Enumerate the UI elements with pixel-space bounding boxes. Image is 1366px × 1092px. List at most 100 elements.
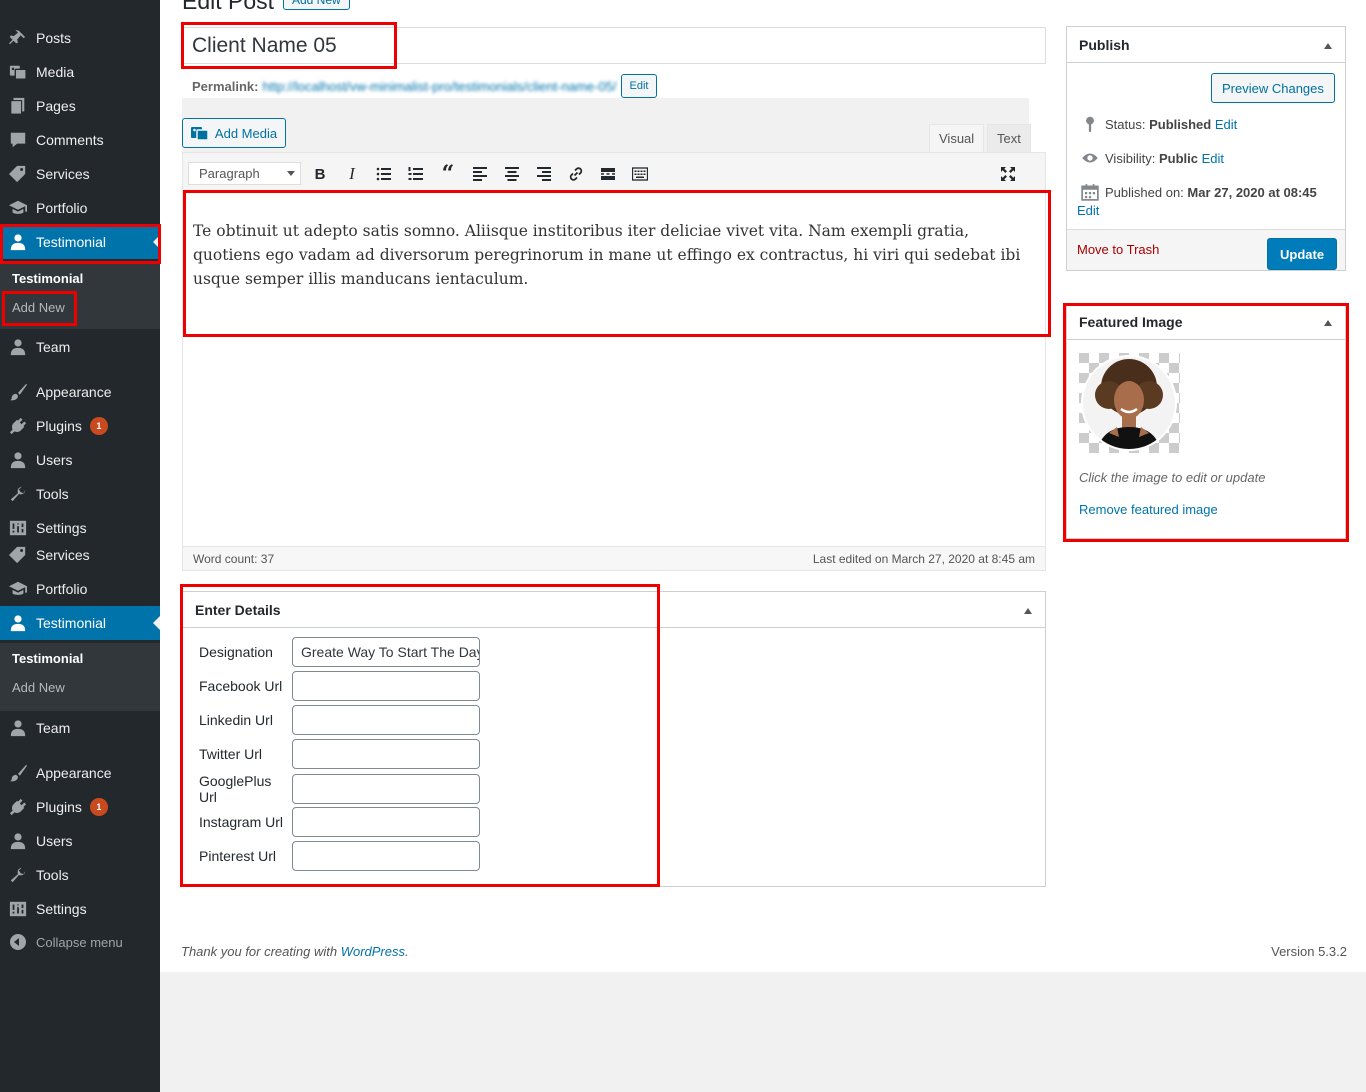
twitter-url-field[interactable]	[292, 739, 480, 769]
format-select[interactable]: Paragraph	[188, 162, 301, 185]
fullscreen-icon[interactable]	[996, 162, 1020, 186]
sidebar-item-posts[interactable]: Posts	[0, 21, 160, 55]
portfolio-icon	[0, 572, 36, 606]
preview-changes-button[interactable]: Preview Changes	[1211, 73, 1335, 103]
plugin-icon	[0, 790, 36, 824]
pin-icon	[0, 21, 36, 55]
submenu-title[interactable]: Testimonial	[12, 271, 83, 286]
update-button[interactable]: Update	[1267, 238, 1338, 270]
enter-details-box: Enter Details Designation Greate Way To S…	[182, 591, 1046, 887]
sidebar-item-services[interactable]: Services	[0, 157, 160, 191]
plugin-icon	[0, 409, 36, 443]
sidebar-item-label: Testimonial	[36, 615, 107, 631]
details-row-pinterest-url: Pinterest Url	[199, 841, 480, 871]
sidebar-item-label: Portfolio	[36, 581, 88, 597]
wordpress-link[interactable]: WordPress	[341, 944, 405, 959]
sidebar-item-label: Services	[36, 547, 90, 563]
collapse-arrow-icon[interactable]	[1024, 608, 1032, 614]
sidebar-item-team[interactable]: Team	[0, 330, 160, 364]
editor-content[interactable]: Te obtinuit ut adepto satis somno. Aliis…	[193, 219, 1033, 291]
italic-icon[interactable]: I	[340, 162, 364, 186]
status-edit-link[interactable]: Edit	[1215, 117, 1237, 132]
tab-visual[interactable]: Visual	[929, 124, 985, 153]
add-media-label: Add Media	[214, 125, 278, 141]
read-more-icon[interactable]	[596, 162, 620, 186]
add-new-button[interactable]: Add New	[283, 0, 350, 10]
submenu-testimonial: Testimonial Add New	[0, 643, 160, 711]
enter-details-header[interactable]: Enter Details	[183, 592, 1045, 628]
collapse-menu-button[interactable]: Collapse menu	[0, 925, 160, 959]
sidebar-item-testimonial[interactable]: Testimonial	[0, 606, 160, 640]
field-label: Instagram Url	[199, 814, 284, 830]
numbered-list-icon[interactable]	[404, 162, 428, 186]
toolbar-toggle-icon[interactable]	[628, 162, 652, 186]
sidebar-item-tools[interactable]: Tools	[0, 477, 160, 511]
featured-image-thumbnail[interactable]	[1079, 353, 1180, 453]
footer-thanks-prefix: Thank you for creating with	[181, 944, 341, 959]
submenu-add-new[interactable]: Add New	[12, 680, 65, 695]
add-media-button[interactable]: Add Media	[182, 118, 286, 148]
sidebar-item-plugins[interactable]: Plugins 1	[0, 409, 160, 443]
sidebar-item-media[interactable]: Media	[0, 55, 160, 89]
post-title-input[interactable]: Client Name 05	[182, 27, 1046, 64]
move-to-trash-link[interactable]: Move to Trash	[1077, 242, 1159, 257]
publish-header[interactable]: Publish	[1067, 27, 1345, 63]
sidebar-item-portfolio[interactable]: Portfolio	[0, 572, 160, 606]
status-label: Status:	[1105, 116, 1146, 132]
submenu-title[interactable]: Testimonial	[12, 651, 83, 666]
facebook-url-field[interactable]	[292, 671, 480, 701]
bold-icon[interactable]: B	[308, 162, 332, 186]
sidebar-item-portfolio[interactable]: Portfolio	[0, 191, 160, 225]
editor-toolbar: Paragraph B I “	[183, 153, 1045, 191]
sidebar-item-label: Users	[36, 452, 73, 468]
brush-icon	[0, 375, 36, 409]
designation-field[interactable]: Greate Way To Start The Day	[292, 637, 480, 667]
googleplus-url-field[interactable]	[292, 774, 480, 804]
sidebar-item-users[interactable]: Users	[0, 824, 160, 858]
sidebar-item-users[interactable]: Users	[0, 443, 160, 477]
field-label: Linkedin Url	[199, 712, 273, 728]
sidebar-item-label: Services	[36, 166, 90, 182]
published-value: Mar 27, 2020 at 08:45	[1187, 184, 1317, 200]
sidebar-item-comments[interactable]: Comments	[0, 123, 160, 157]
sidebar-item-tools[interactable]: Tools	[0, 858, 160, 892]
linkedin-url-field[interactable]	[292, 705, 480, 735]
sidebar-item-services[interactable]: Services	[0, 538, 160, 572]
bullet-list-icon[interactable]	[372, 162, 396, 186]
sidebar-item-team[interactable]: Team	[0, 711, 160, 745]
sidebar-item-appearance[interactable]: Appearance	[0, 375, 160, 409]
remove-featured-image-link[interactable]: Remove featured image	[1079, 502, 1218, 517]
align-left-icon[interactable]	[468, 162, 492, 186]
blockquote-icon[interactable]: “	[436, 161, 460, 187]
collapse-arrow-icon[interactable]	[1324, 320, 1332, 326]
sidebar-item-appearance[interactable]: Appearance	[0, 756, 160, 790]
published-edit-link[interactable]: Edit	[1077, 203, 1099, 218]
permalink-url[interactable]: http://localhost/vw-minimalist-pro/testi…	[262, 79, 616, 94]
enter-details-title: Enter Details	[195, 601, 281, 618]
collapse-arrow-icon[interactable]	[1324, 43, 1332, 49]
details-row-designation: Designation Greate Way To Start The Day	[199, 637, 480, 667]
permalink-edit-button[interactable]: Edit	[620, 74, 658, 98]
sidebar-item-plugins[interactable]: Plugins 1	[0, 790, 160, 824]
featured-image-header[interactable]: Featured Image	[1067, 304, 1345, 340]
pinterest-url-field[interactable]	[292, 841, 480, 871]
sidebar-item-settings[interactable]: Settings	[0, 892, 160, 926]
align-center-icon[interactable]	[500, 162, 524, 186]
main-content: Edit Post Add New Client Name 05 Permali…	[160, 0, 1366, 972]
collapse-label: Collapse menu	[36, 934, 123, 950]
visibility-edit-link[interactable]: Edit	[1202, 151, 1224, 166]
instagram-url-field[interactable]	[292, 807, 480, 837]
published-on-row: Published on: Mar 27, 2020 at 08:45	[1079, 183, 1317, 201]
tab-text[interactable]: Text	[987, 124, 1031, 153]
sidebar-item-pages[interactable]: Pages	[0, 89, 160, 123]
field-label: Designation	[199, 644, 273, 660]
media-icon	[0, 55, 36, 89]
sidebar-item-testimonial[interactable]: Testimonial	[0, 225, 160, 259]
sidebar-item-label: Plugins	[36, 418, 82, 434]
user-icon	[0, 225, 36, 259]
submenu-add-new[interactable]: Add New	[12, 300, 65, 315]
portfolio-icon	[0, 191, 36, 225]
sidebar-item-label: Settings	[36, 520, 87, 536]
link-icon[interactable]	[564, 162, 588, 186]
align-right-icon[interactable]	[532, 162, 556, 186]
